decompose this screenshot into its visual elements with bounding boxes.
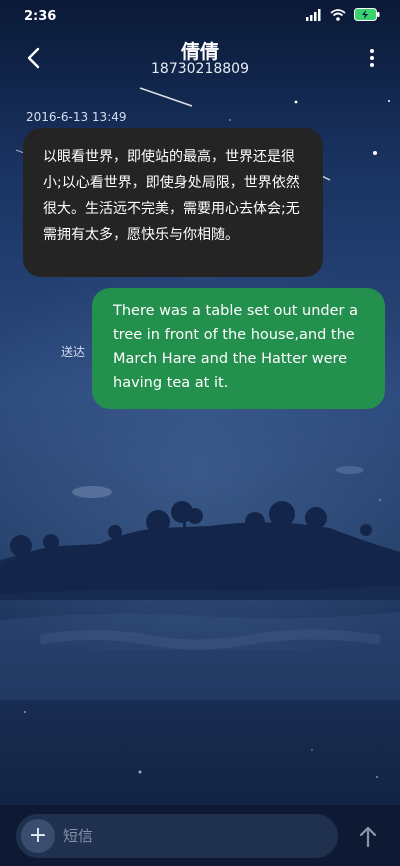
outgoing-message-bubble[interactable]: There was a table set out under a tree i… xyxy=(92,288,385,409)
status-bar: 2:36 xyxy=(0,0,400,34)
send-arrow-icon xyxy=(359,826,377,847)
message-input[interactable] xyxy=(63,814,323,858)
message-timestamp: 2016-6-13 13:49 xyxy=(26,110,127,124)
signal-icon xyxy=(306,8,322,25)
status-time: 2:36 xyxy=(24,9,57,24)
more-vertical-icon xyxy=(370,49,374,53)
more-options-button[interactable] xyxy=(362,44,382,72)
message-composer: + xyxy=(0,805,400,866)
contact-name: 倩倩 xyxy=(180,41,219,63)
add-icon: + xyxy=(28,823,48,848)
conversation-header: 倩倩 18730218809 xyxy=(0,34,400,84)
status-icons xyxy=(306,8,380,25)
contact-phone-number: 18730218809 xyxy=(151,61,249,77)
wifi-icon xyxy=(330,8,346,25)
composer-pill: + xyxy=(16,814,338,858)
add-attachment-button[interactable]: + xyxy=(21,819,55,853)
send-button[interactable] xyxy=(356,821,380,851)
battery-charging-icon xyxy=(354,8,380,25)
incoming-message-bubble[interactable]: 以眼看世界，即使站的最高，世界还是很小;以心看世界，即使身处局限，世界依然很大。… xyxy=(23,128,323,277)
delivery-status-label: 送达 xyxy=(61,345,86,359)
